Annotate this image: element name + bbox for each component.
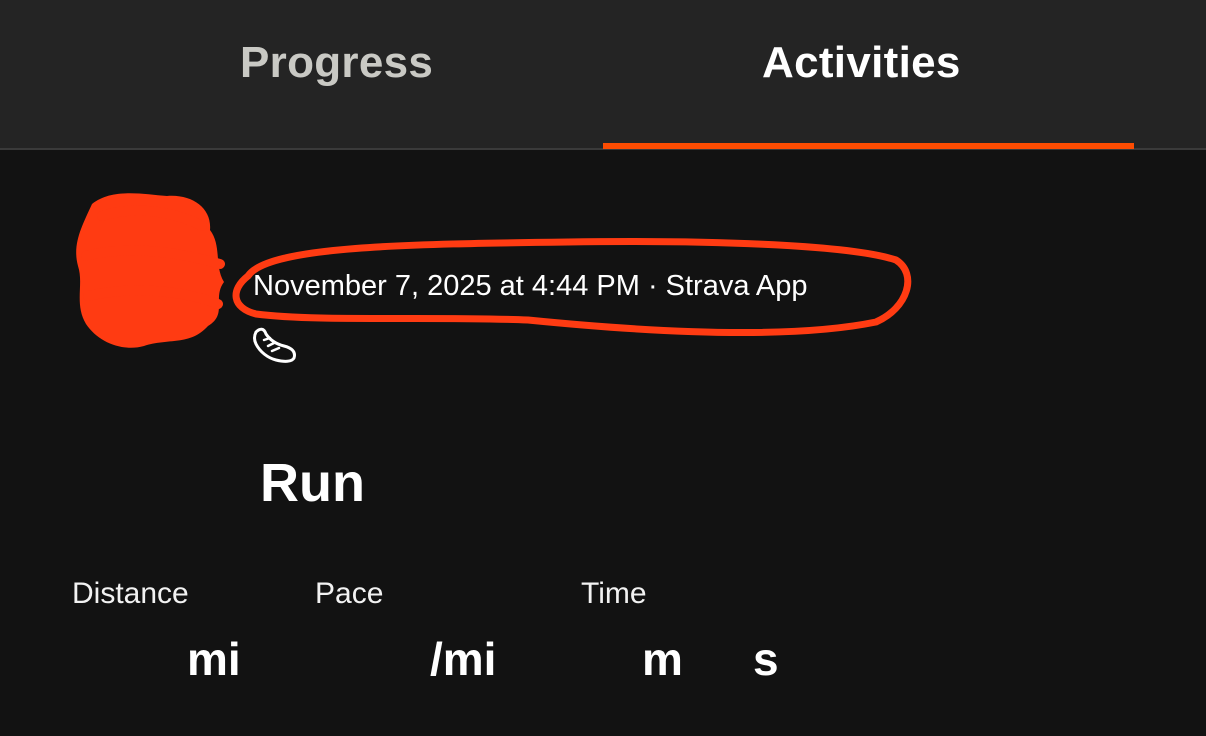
tab-bar: Progress Activities — [0, 0, 1206, 150]
distance-unit: mi — [187, 633, 241, 685]
active-tab-indicator — [603, 143, 1134, 149]
tab-activities[interactable]: Activities — [762, 38, 961, 88]
avatar-redaction — [76, 193, 225, 348]
time-minutes-unit: m — [642, 633, 683, 685]
activity-title[interactable]: Run — [260, 452, 365, 514]
activity-screen: Progress Activities November 7, 2025 at … — [0, 0, 1206, 736]
pace-label: Pace — [315, 577, 384, 610]
running-shoe-icon — [253, 327, 296, 363]
distance-label: Distance — [72, 577, 189, 610]
time-seconds-unit: s — [753, 633, 779, 685]
tab-progress[interactable]: Progress — [240, 38, 433, 88]
activity-date-source: November 7, 2025 at 4:44 PM · Strava App — [253, 270, 808, 302]
pace-unit: /mi — [430, 633, 497, 685]
time-label: Time — [581, 577, 647, 610]
